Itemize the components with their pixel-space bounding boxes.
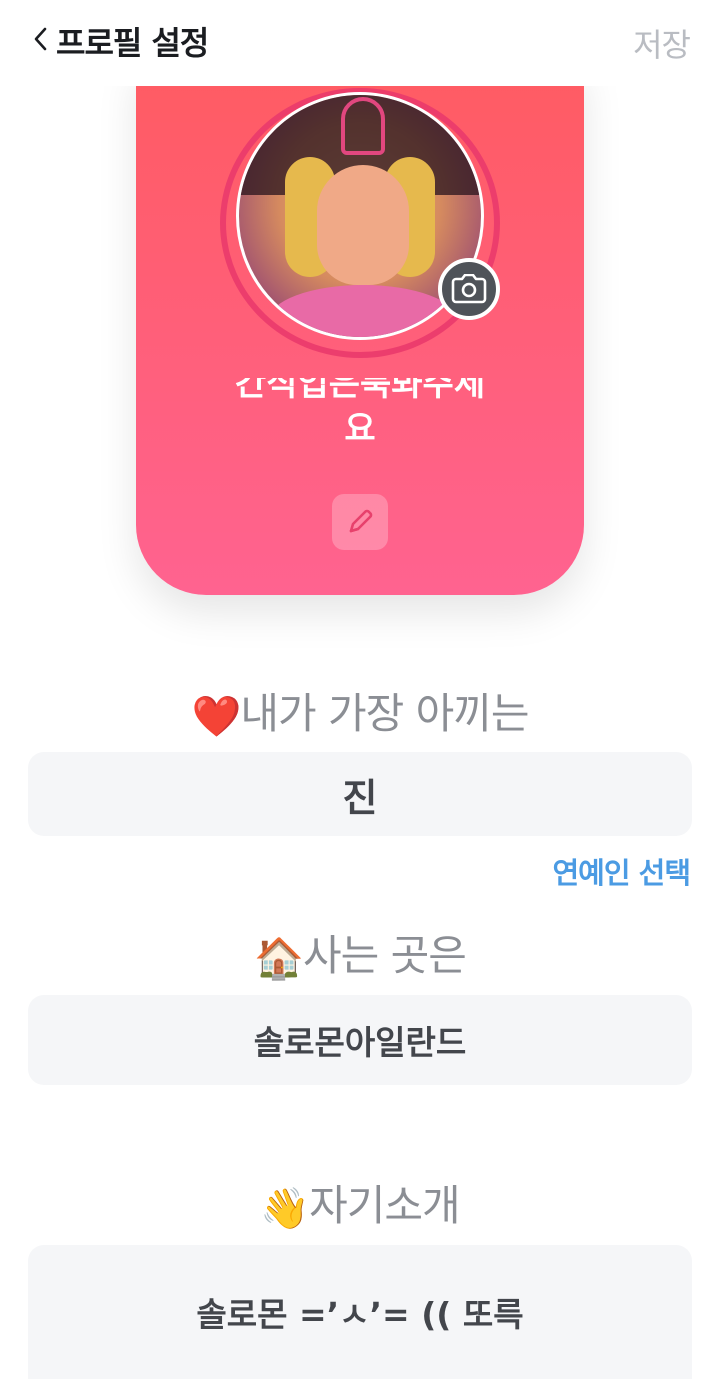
location-value: 솔로몬아일란드 bbox=[253, 1023, 467, 1062]
house-icon: 🏠 bbox=[254, 936, 304, 982]
change-photo-button[interactable] bbox=[438, 258, 500, 320]
top-bar: 프로필 설정 저장 bbox=[0, 0, 720, 86]
waving-hand-icon: 👋 bbox=[260, 1186, 310, 1232]
save-button[interactable]: 저장 bbox=[633, 20, 691, 66]
pencil-icon bbox=[349, 509, 373, 533]
favorite-heading: ❤️내가 가장 아끼는 bbox=[191, 689, 530, 740]
intro-value: 솔로몬 =’ㅅ’= (( 또륵 bbox=[196, 1295, 524, 1334]
intro-field[interactable]: 솔로몬 =’ㅅ’= (( 또륵 bbox=[28, 1245, 692, 1379]
edit-nickname-button[interactable] bbox=[332, 494, 388, 550]
location-heading: 🏠사는 곳은 bbox=[254, 931, 467, 982]
favorite-field[interactable]: 진 bbox=[28, 752, 692, 836]
page-title: 프로필 설정 bbox=[56, 24, 209, 62]
favorite-value: 진 bbox=[342, 775, 378, 820]
camera-icon bbox=[451, 274, 487, 304]
back-button[interactable] bbox=[26, 16, 56, 62]
select-celebrity-link[interactable]: 연예인 선택 bbox=[553, 850, 691, 892]
nickname-line-1: 간식입은북봐주세 bbox=[234, 378, 486, 404]
intro-heading: 👋자기소개 bbox=[260, 1181, 460, 1232]
nickname: 간식입은북봐주세 요 bbox=[136, 378, 584, 454]
heart-icon: ❤️ bbox=[191, 694, 242, 740]
chevron-left-icon bbox=[34, 27, 47, 51]
nickname-line-2: 요 bbox=[344, 409, 376, 449]
profile-card: 간식입은북봐주세 요 bbox=[136, 60, 584, 595]
location-field[interactable]: 솔로몬아일란드 bbox=[28, 995, 692, 1085]
